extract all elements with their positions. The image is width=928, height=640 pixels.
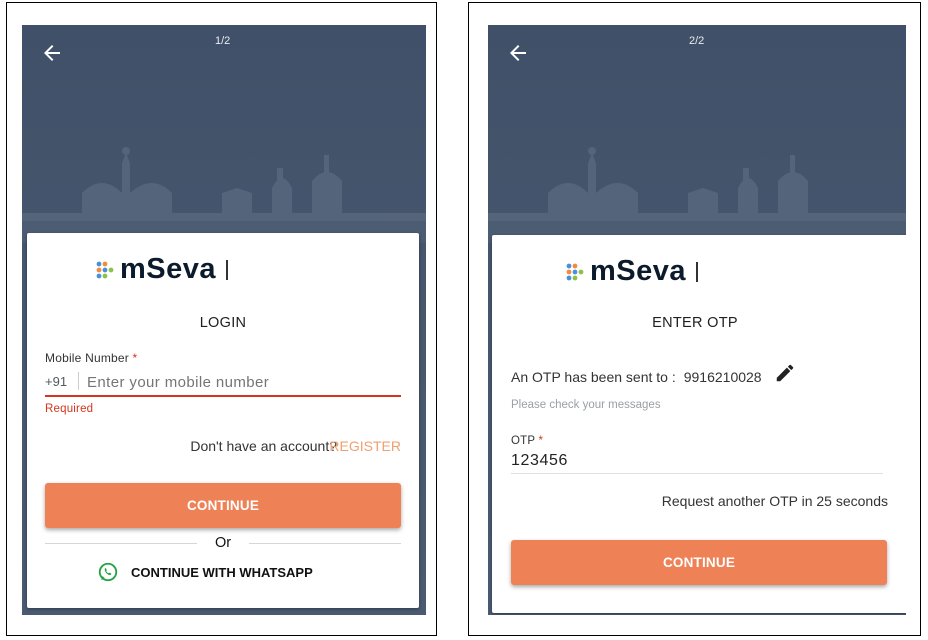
page-title: ENTER OTP: [652, 315, 738, 331]
palace-skyline-background: [488, 147, 906, 243]
whatsapp-icon: [98, 562, 118, 582]
login-screen-frame: 1/2 mSeva LOGIN Mobile Number * +91 Ente…: [6, 2, 437, 636]
check-messages-text: Please check your messages: [511, 399, 661, 411]
brand-divider: [696, 261, 699, 282]
continue-button[interactable]: CONTINUE: [511, 540, 887, 585]
continue-button[interactable]: CONTINUE: [45, 483, 401, 528]
error-message: Required: [45, 403, 94, 415]
mseva-logo-icon: [566, 263, 584, 280]
mobile-number-field[interactable]: +91: [45, 369, 401, 397]
or-divider-left: [45, 543, 197, 544]
login-card: mSeva LOGIN Mobile Number * +91 Required…: [27, 233, 419, 608]
brand-logo: mSeva: [96, 253, 229, 286]
resend-otp-timer: Request another OTP in 25 seconds: [661, 493, 888, 509]
or-divider-right: [249, 543, 401, 544]
palace-skyline-background: [22, 147, 426, 243]
whatsapp-login-button[interactable]: CONTINUE WITH WHATSAPP: [97, 559, 313, 585]
login-phone-screen: 1/2 mSeva LOGIN Mobile Number * +91 Ente…: [22, 25, 426, 615]
register-link[interactable]: REGISTER: [329, 438, 401, 454]
whatsapp-login-label: CONTINUE WITH WHATSAPP: [131, 564, 313, 580]
mseva-logo-icon: [96, 261, 114, 278]
otp-label: OTP *: [511, 435, 544, 447]
otp-card: mSeva ENTER OTP An OTP has been sent to …: [492, 235, 906, 613]
edit-pencil-icon[interactable]: [774, 362, 796, 384]
country-code: +91: [45, 374, 68, 389]
otp-sent-text: An OTP has been sent to : 9916210028: [511, 364, 796, 385]
step-indicator: 2/2: [689, 35, 705, 47]
page-title: LOGIN: [199, 315, 247, 331]
no-account-text: Don't have an account?: [190, 438, 337, 454]
mobile-number-input[interactable]: [85, 369, 389, 395]
otp-phone-screen: 2/2 mSeva ENTER OTP An OTP has been sent…: [488, 25, 906, 615]
field-separator: [78, 372, 79, 390]
or-divider-text: Or: [215, 535, 232, 551]
step-indicator: 1/2: [215, 35, 231, 47]
brand-name: mSeva: [120, 253, 217, 285]
mobile-number-label: Mobile Number *: [45, 351, 138, 365]
brand-divider: [226, 259, 229, 280]
back-arrow-icon[interactable]: [40, 41, 64, 65]
otp-input[interactable]: [511, 449, 883, 474]
brand-logo: mSeva: [566, 255, 699, 288]
brand-name: mSeva: [590, 255, 687, 287]
back-arrow-icon[interactable]: [506, 41, 530, 65]
otp-screen-frame: 2/2 mSeva ENTER OTP An OTP has been sent…: [468, 2, 921, 636]
phone-number: 9916210028: [683, 369, 762, 385]
